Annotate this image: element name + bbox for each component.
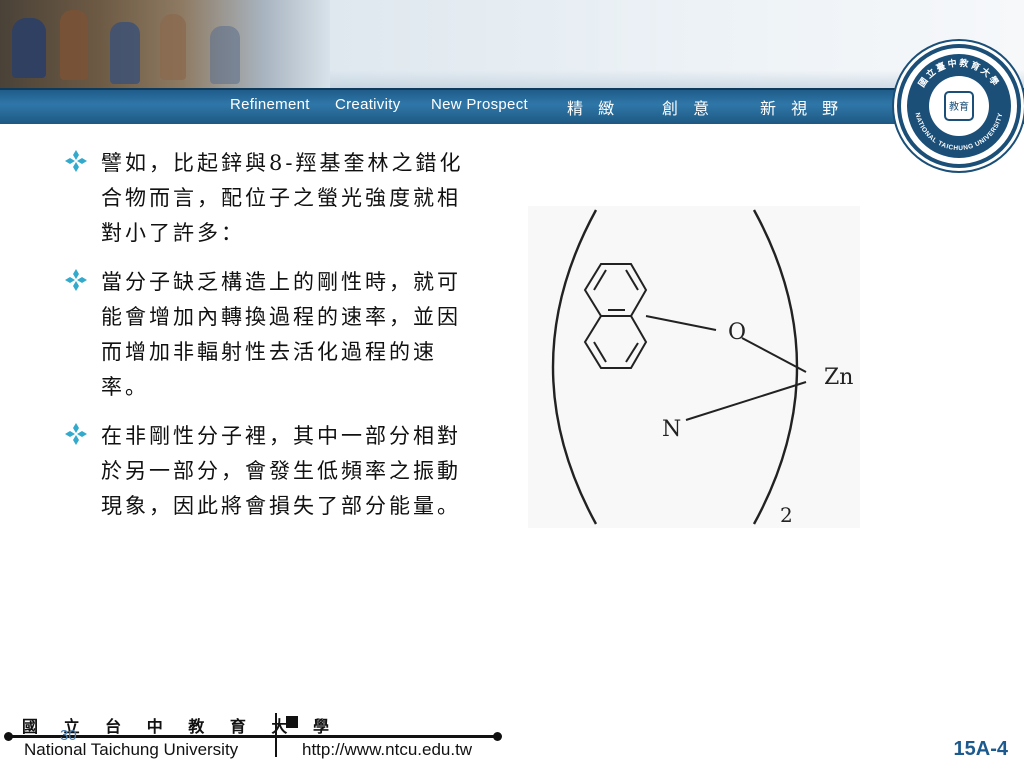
bullet-text: 在非剛性分子裡，其中一部分相對於另一部分，會發生低頻率之振動現象，因此將會損失了… (101, 424, 461, 518)
diamond-bullet-icon (65, 423, 87, 445)
bullet-item: 譬如，比起鋅與8-羥基奎林之錯化合物而言，配位子之螢光強度就相對小了許多： (64, 146, 474, 251)
diamond-bullet-icon (65, 150, 87, 172)
university-seal-logo: 國立臺中教育大學 NATIONAL TAICHUNG UNIVERSITY 教育 (897, 44, 1021, 168)
atom-nitrogen-label: N (662, 417, 681, 442)
tagline-creativity: Creativity (335, 96, 401, 113)
left-parenthesis (551, 209, 598, 525)
tagline-cn-new-vision: 新 視 野 (760, 99, 844, 118)
right-parenthesis (752, 209, 799, 525)
bullet-item: 當分子缺乏構造上的剛性時，就可能會增加內轉換過程的速率，並因而增加非輻射性去活化… (64, 265, 474, 405)
bullet-item: 在非剛性分子裡，其中一部分相對於另一部分，會發生低頻率之振動現象，因此將會損失了… (64, 419, 474, 524)
tagline-new-prospect: New Prospect (431, 96, 528, 113)
slide-code: 15A-4 (953, 738, 1008, 760)
footer-rule (8, 735, 498, 738)
header-banner: Refinement Creativity New Prospect 精 緻 創… (0, 0, 1024, 124)
footer-url-link[interactable]: http://www.ntcu.edu.tw (302, 740, 472, 760)
header-photo (0, 0, 330, 90)
atom-oxygen-label: O (728, 320, 746, 345)
tagline-cn-refinement: 精 緻 (567, 99, 620, 118)
diamond-bullet-icon (65, 269, 87, 291)
footer-divider (275, 713, 277, 757)
seal-center-text: 教育 (949, 100, 969, 113)
bullet-text: 當分子缺乏構造上的剛性時，就可能會增加內轉換過程的速率，並因而增加非輻射性去活化… (101, 270, 461, 399)
footer-university-en: National Taichung University (24, 740, 239, 759)
bullet-list: 譬如，比起鋅與8-羥基奎林之錯化合物而言，配位子之螢光強度就相對小了許多： 當分… (64, 146, 474, 538)
bullet-text: 譬如，比起鋅與8-羥基奎林之錯化合物而言，配位子之螢光強度就相對小了許多： (101, 151, 464, 245)
zinc-oxine-structure-figure: O N Zn 2 (528, 206, 860, 528)
zinc-label: Zn (824, 365, 853, 390)
tagline-cn-creativity: 創 意 (662, 99, 715, 118)
quinoline-ring (583, 263, 807, 421)
tagline-refinement: Refinement (230, 96, 310, 113)
subscript-two: 2 (780, 503, 793, 527)
footer-rule-dot-right (493, 732, 502, 741)
footer-square-icon (286, 716, 298, 728)
